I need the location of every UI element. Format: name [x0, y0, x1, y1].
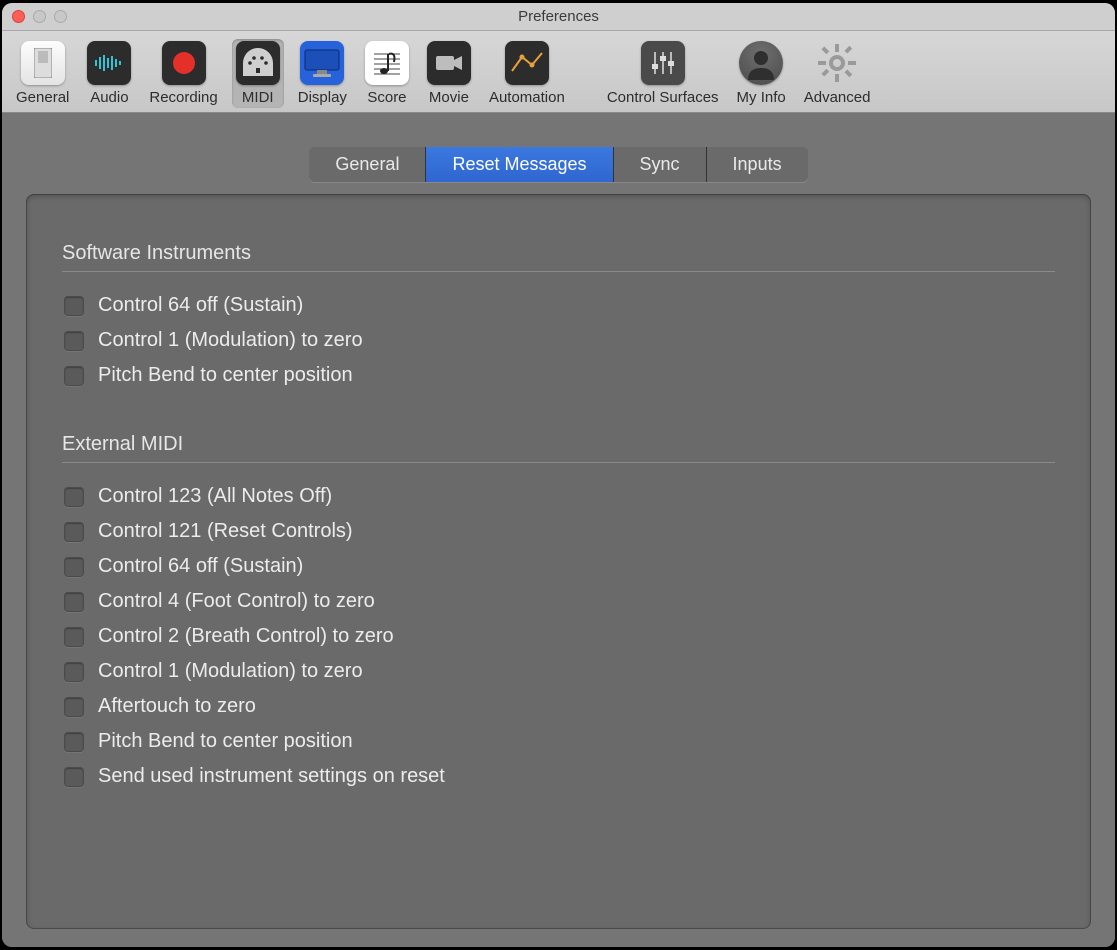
option-label: Aftertouch to zero	[98, 695, 256, 718]
toolbar-display[interactable]: Display	[294, 39, 351, 108]
divider	[62, 271, 1055, 272]
option-row: Pitch Bend to center position	[62, 730, 1055, 753]
tab-general[interactable]: General	[309, 147, 426, 182]
toolbar-label: Automation	[489, 89, 565, 106]
window-title: Preferences	[2, 8, 1115, 25]
gear-icon	[815, 41, 859, 85]
toolbar-label: Recording	[149, 89, 217, 106]
option-row: Send used instrument settings on reset	[62, 765, 1055, 788]
checkbox[interactable]	[64, 697, 84, 717]
option-row: Control 64 off (Sustain)	[62, 555, 1055, 578]
music-note-icon	[365, 41, 409, 85]
preferences-window: Preferences General Audio Recording MIDI	[2, 3, 1115, 947]
content-area: General Reset Messages Sync Inputs Softw…	[2, 113, 1115, 947]
checkbox[interactable]	[64, 331, 84, 351]
toolbar-movie[interactable]: Movie	[423, 39, 475, 108]
option-row: Control 123 (All Notes Off)	[62, 485, 1055, 508]
toolbar-label: MIDI	[242, 89, 274, 106]
option-label: Pitch Bend to center position	[98, 730, 353, 753]
toolbar-label: Audio	[90, 89, 128, 106]
option-row: Control 1 (Modulation) to zero	[62, 660, 1055, 683]
checkbox[interactable]	[64, 627, 84, 647]
toolbar-my-info[interactable]: My Info	[733, 39, 790, 108]
settings-panel: Software Instruments Control 64 off (Sus…	[26, 194, 1091, 929]
option-row: Aftertouch to zero	[62, 695, 1055, 718]
toolbar-control-surfaces[interactable]: Control Surfaces	[603, 39, 723, 108]
sliders-icon	[641, 41, 685, 85]
record-icon	[162, 41, 206, 85]
toolbar-label: Movie	[429, 89, 469, 106]
option-label: Control 2 (Breath Control) to zero	[98, 625, 394, 648]
option-label: Control 1 (Modulation) to zero	[98, 329, 363, 352]
toolbar-automation[interactable]: Automation	[485, 39, 569, 108]
toolbar-label: Control Surfaces	[607, 89, 719, 106]
checkbox[interactable]	[64, 732, 84, 752]
option-label: Control 4 (Foot Control) to zero	[98, 590, 375, 613]
minimize-window-button[interactable]	[33, 10, 46, 23]
window-controls	[12, 10, 67, 23]
titlebar: Preferences	[2, 3, 1115, 31]
switch-icon	[21, 41, 65, 85]
toolbar-midi[interactable]: MIDI	[232, 39, 284, 108]
toolbar-label: General	[16, 89, 69, 106]
close-window-button[interactable]	[12, 10, 25, 23]
automation-curve-icon	[505, 41, 549, 85]
option-row: Control 64 off (Sustain)	[62, 294, 1055, 317]
option-row: Control 4 (Foot Control) to zero	[62, 590, 1055, 613]
movie-camera-icon	[427, 41, 471, 85]
option-label: Control 1 (Modulation) to zero	[98, 660, 363, 683]
toolbar-label: Score	[367, 89, 406, 106]
option-label: Control 123 (All Notes Off)	[98, 485, 332, 508]
option-row: Control 1 (Modulation) to zero	[62, 329, 1055, 352]
midi-subtabs: General Reset Messages Sync Inputs	[309, 147, 807, 182]
checkbox[interactable]	[64, 522, 84, 542]
checkbox[interactable]	[64, 767, 84, 787]
option-label: Control 64 off (Sustain)	[98, 555, 303, 578]
toolbar-advanced[interactable]: Advanced	[800, 39, 875, 108]
tab-sync[interactable]: Sync	[614, 147, 707, 182]
toolbar-general[interactable]: General	[12, 39, 73, 108]
option-row: Pitch Bend to center position	[62, 364, 1055, 387]
waveform-icon	[87, 41, 131, 85]
tab-reset-messages[interactable]: Reset Messages	[426, 147, 613, 182]
option-label: Control 121 (Reset Controls)	[98, 520, 353, 543]
toolbar-recording[interactable]: Recording	[145, 39, 221, 108]
zoom-window-button[interactable]	[54, 10, 67, 23]
group-title-external-midi: External MIDI	[62, 433, 1055, 456]
checkbox[interactable]	[64, 366, 84, 386]
toolbar-label: My Info	[737, 89, 786, 106]
option-label: Pitch Bend to center position	[98, 364, 353, 387]
user-silhouette-icon	[739, 41, 783, 85]
toolbar-label: Advanced	[804, 89, 871, 106]
checkbox[interactable]	[64, 296, 84, 316]
option-label: Control 64 off (Sustain)	[98, 294, 303, 317]
checkbox[interactable]	[64, 662, 84, 682]
option-row: Control 2 (Breath Control) to zero	[62, 625, 1055, 648]
preferences-toolbar: General Audio Recording MIDI Display	[2, 31, 1115, 113]
display-icon	[300, 41, 344, 85]
option-row: Control 121 (Reset Controls)	[62, 520, 1055, 543]
toolbar-audio[interactable]: Audio	[83, 39, 135, 108]
toolbar-score[interactable]: Score	[361, 39, 413, 108]
tab-inputs[interactable]: Inputs	[707, 147, 808, 182]
checkbox[interactable]	[64, 487, 84, 507]
checkbox[interactable]	[64, 557, 84, 577]
divider	[62, 462, 1055, 463]
option-label: Send used instrument settings on reset	[98, 765, 445, 788]
group-title-software-instruments: Software Instruments	[62, 242, 1055, 265]
checkbox[interactable]	[64, 592, 84, 612]
midi-port-icon	[236, 41, 280, 85]
toolbar-label: Display	[298, 89, 347, 106]
